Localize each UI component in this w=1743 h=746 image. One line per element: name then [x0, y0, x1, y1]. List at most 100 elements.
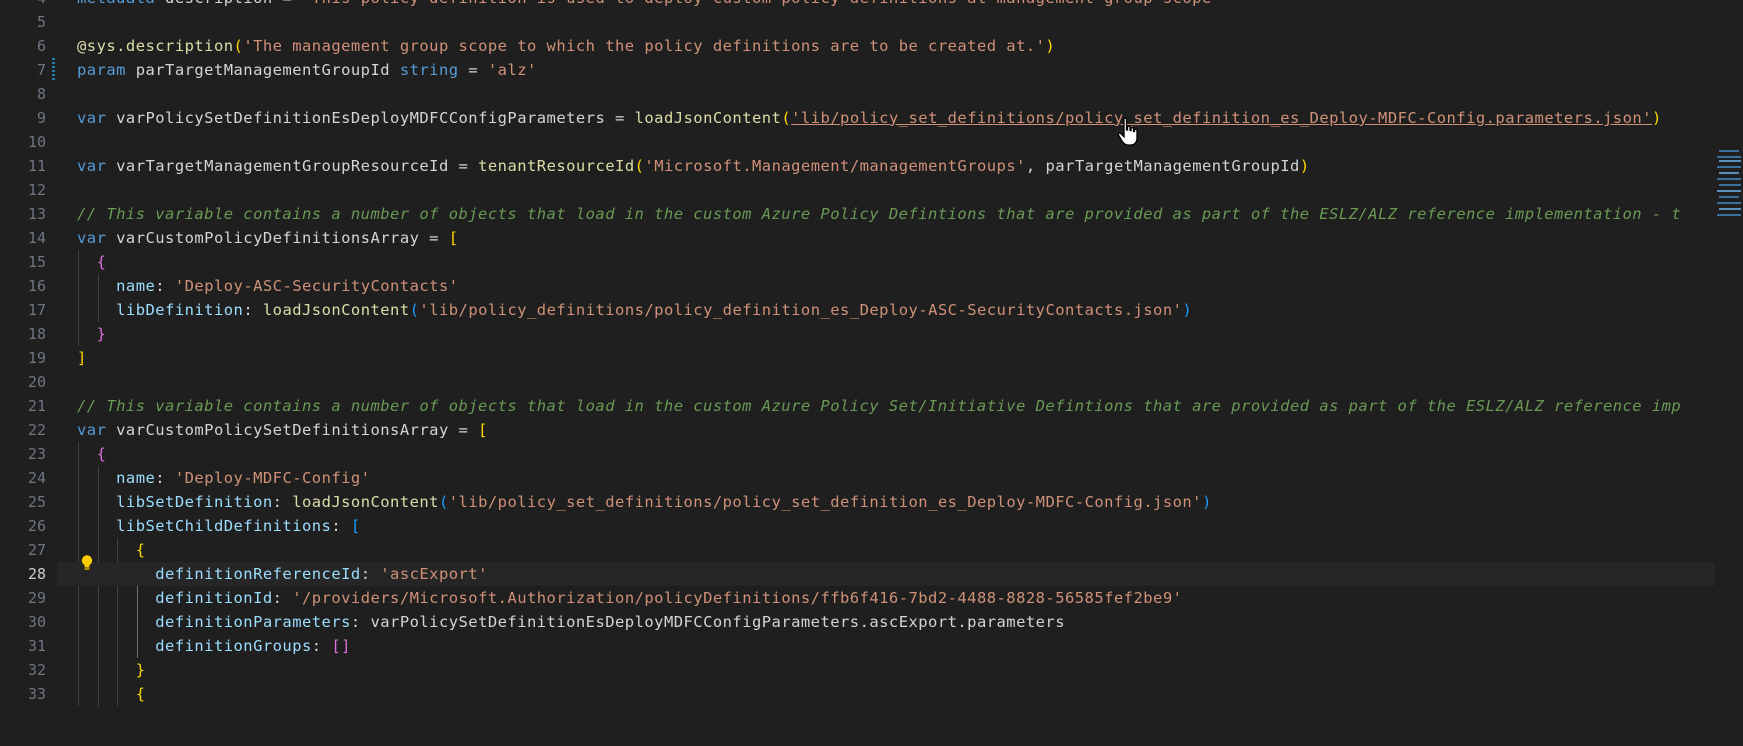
code-token: definitionReferenceId: [155, 565, 361, 583]
code-token: ): [1182, 301, 1193, 319]
code-line[interactable]: 31 definitionGroups: []: [0, 634, 1743, 658]
code-token: :: [360, 565, 381, 583]
code-token: }: [96, 325, 107, 343]
line-text[interactable]: }: [77, 658, 146, 682]
code-token: name: [116, 277, 156, 295]
code-token: {: [135, 541, 146, 559]
line-text[interactable]: var varCustomPolicyDefinitionsArray = [: [77, 226, 459, 250]
code-line[interactable]: 20: [0, 370, 1743, 394]
line-text[interactable]: name: 'Deploy-ASC-SecurityContacts': [77, 274, 459, 298]
code-line[interactable]: 7 param parTargetManagementGroupId string…: [0, 58, 1743, 82]
code-line[interactable]: 22 var varCustomPolicySetDefinitionsArray…: [0, 418, 1743, 442]
code-line[interactable]: 29 definitionId: '/providers/Microsoft.A…: [0, 586, 1743, 610]
code-line[interactable]: 16 name: 'Deploy-ASC-SecurityContacts': [0, 274, 1743, 298]
code-token: (: [233, 37, 244, 55]
code-line[interactable]: 33 {: [0, 682, 1743, 706]
line-text[interactable]: {: [77, 682, 146, 706]
line-text[interactable]: definitionId: '/providers/Microsoft.Auth…: [77, 586, 1182, 610]
code-token: {: [135, 685, 146, 703]
line-text[interactable]: param parTargetManagementGroupId string …: [77, 58, 537, 82]
line-number: 32: [27, 661, 46, 679]
code-line[interactable]: 15 {: [0, 250, 1743, 274]
code-token: // This variable contains a number of ob…: [77, 397, 1682, 415]
minimap[interactable]: [1715, 0, 1743, 714]
hand-pointer-icon: [1117, 117, 1138, 146]
code-line[interactable]: 5: [0, 10, 1743, 34]
code-line[interactable]: 23 {: [0, 442, 1743, 466]
line-number: 33: [27, 685, 46, 703]
line-text[interactable]: libSetChildDefinitions: [: [77, 514, 361, 538]
line-text[interactable]: name: 'Deploy-MDFC-Config': [77, 466, 371, 490]
line-text[interactable]: var varCustomPolicySetDefinitionsArray =…: [77, 418, 488, 442]
line-text[interactable]: libSetDefinition: loadJsonContent('lib/p…: [77, 490, 1212, 514]
code-line[interactable]: 30 definitionParameters: varPolicySetDef…: [0, 610, 1743, 634]
line-text[interactable]: definitionParameters: varPolicySetDefini…: [77, 610, 1065, 634]
line-text[interactable]: {: [77, 442, 106, 466]
code-token: var: [77, 157, 107, 175]
code-line[interactable]: 14 var varCustomPolicyDefinitionsArray = …: [0, 226, 1743, 250]
line-text[interactable]: // This variable contains a number of ob…: [77, 394, 1681, 418]
code-line[interactable]: 19]: [0, 346, 1743, 370]
line-text[interactable]: var varPolicySetDefinitionEsDeployMDFCCo…: [77, 106, 1662, 130]
line-number: 6: [36, 37, 46, 55]
code-token: 'ascExport': [380, 565, 488, 583]
code-token: :: [155, 277, 175, 295]
code-line[interactable]: 9 var varPolicySetDefinitionEsDeployMDFCC…: [0, 106, 1743, 130]
code-line[interactable]: 28 definitionReferenceId: 'ascExport': [0, 562, 1743, 586]
code-token: [: [350, 517, 361, 535]
code-token: varCustomPolicyDefinitionsArray: [106, 229, 430, 247]
line-text[interactable]: {: [77, 250, 106, 274]
code-line[interactable]: 24 name: 'Deploy-MDFC-Config': [0, 466, 1743, 490]
code-line[interactable]: 25 libSetDefinition: loadJsonContent('li…: [0, 490, 1743, 514]
line-text[interactable]: @sys.description('The management group s…: [77, 34, 1055, 58]
line-number: 14: [27, 229, 46, 247]
code-token: var: [77, 109, 107, 127]
code-token: parTargetManagementGroupId: [1045, 157, 1300, 175]
code-token: varTargetManagementGroupResourceId: [106, 157, 459, 175]
line-number: 27: [27, 541, 46, 559]
code-token: :: [243, 301, 263, 319]
code-line[interactable]: 32 }: [0, 658, 1743, 682]
line-text[interactable]: definitionReferenceId: 'ascExport': [77, 562, 488, 586]
line-text[interactable]: definitionGroups: []: [77, 634, 351, 658]
code-token: 'lib/policy_set_definitions/policy_set_d…: [791, 109, 1652, 127]
lightbulb-icon[interactable]: [80, 554, 94, 572]
code-token: definitionGroups: [155, 637, 312, 655]
code-token: []: [331, 637, 351, 655]
line-number: 12: [27, 181, 46, 199]
code-line[interactable]: 10: [0, 130, 1743, 154]
line-text[interactable]: metadata description = 'This policy defi…: [77, 0, 1222, 10]
code-line[interactable]: 13 // This variable contains a number of …: [0, 202, 1743, 226]
line-number: 25: [27, 493, 46, 511]
code-line[interactable]: 21 // This variable contains a number of …: [0, 394, 1743, 418]
code-token: =: [458, 61, 488, 79]
code-token: libDefinition: [116, 301, 244, 319]
line-number: 11: [27, 157, 46, 175]
line-number: 8: [36, 85, 46, 103]
line-text[interactable]: ]: [77, 346, 87, 370]
line-text[interactable]: libDefinition: loadJsonContent('lib/poli…: [77, 298, 1192, 322]
code-line[interactable]: 6 @sys.description('The management group …: [0, 34, 1743, 58]
code-line[interactable]: 27 {: [0, 538, 1743, 562]
code-line[interactable]: 4 metadata description = 'This policy def…: [0, 0, 1743, 10]
line-number: 24: [27, 469, 46, 487]
code-line[interactable]: 18 }: [0, 322, 1743, 346]
code-line[interactable]: 17 libDefinition: loadJsonContent('lib/p…: [0, 298, 1743, 322]
code-line[interactable]: 26 libSetChildDefinitions: [: [0, 514, 1743, 538]
line-text[interactable]: var varTargetManagementGroupResourceId =…: [77, 154, 1310, 178]
code-line[interactable]: 12: [0, 178, 1743, 202]
code-line[interactable]: 8: [0, 82, 1743, 106]
code-token: loadJsonContent: [634, 109, 782, 127]
code-token: ): [1299, 157, 1310, 175]
line-text[interactable]: // This variable contains a number of ob…: [77, 202, 1681, 226]
code-token: {: [96, 445, 107, 463]
line-number: 28: [27, 565, 46, 583]
code-token: '/providers/Microsoft.Authorization/poli…: [292, 589, 1183, 607]
code-line[interactable]: 11 var varTargetManagementGroupResourceId…: [0, 154, 1743, 178]
code-token: ,: [1025, 157, 1046, 175]
line-text[interactable]: }: [77, 322, 106, 346]
code-editor[interactable]: 4 metadata description = 'This policy def…: [0, 0, 1743, 746]
